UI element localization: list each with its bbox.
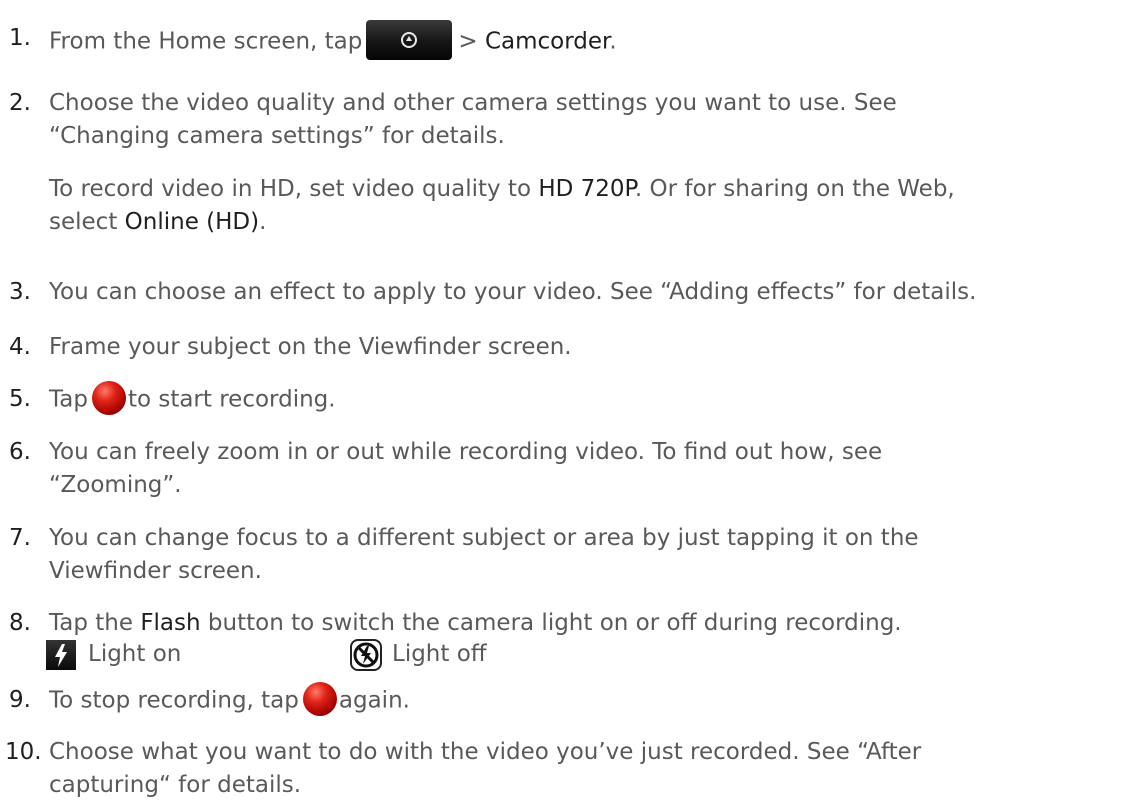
all-apps-arrow-icon[interactable] [366,20,453,60]
step-text: Tap the Flash button to switch the camer… [49,610,902,636]
instruction-page: 1. From the Home screen, tap > Camcorder.… [0,0,1124,810]
flash-off-icon [350,639,382,671]
step-number: 4. [9,334,31,360]
step-number: 6. [9,439,31,465]
step-number: 8. [9,610,31,636]
step-text: You can choose an effect to apply to you… [49,279,977,305]
step-text: You can change focus to a different subj… [49,525,919,584]
flash-label: Flash [140,610,201,636]
step-2-hd-note: To record video in HD, set video quality… [49,176,955,235]
flash-on-icon [46,640,76,670]
step-number: 9. [9,687,31,713]
record-button-icon[interactable] [91,381,126,415]
step-number: 7. [9,525,31,551]
step-number: 2. [9,90,31,116]
step-text: Choose what you want to do with the vide… [49,739,922,798]
step-text: Choose the video quality and other camer… [49,87,1118,239]
step-number: 1. [9,25,31,51]
step-text: From the Home screen, tap > Camcorder. [49,20,1118,62]
step-number: 5. [9,386,31,412]
online-hd-label: Online (HD) [124,209,260,235]
camcorder-label: Camcorder [484,28,610,55]
step-text: Tap to start recording. [49,381,1118,417]
record-button-icon[interactable] [302,682,337,716]
step-text: You can freely zoom in or out while reco… [49,439,883,498]
hd-720p-label: HD 720P [538,176,635,202]
step-text: To stop recording, tap again. [49,682,1118,718]
step-text: Frame your subject on the Viewfinder scr… [49,334,572,360]
step-number: 10. [5,739,42,765]
step-number: 3. [9,279,31,305]
